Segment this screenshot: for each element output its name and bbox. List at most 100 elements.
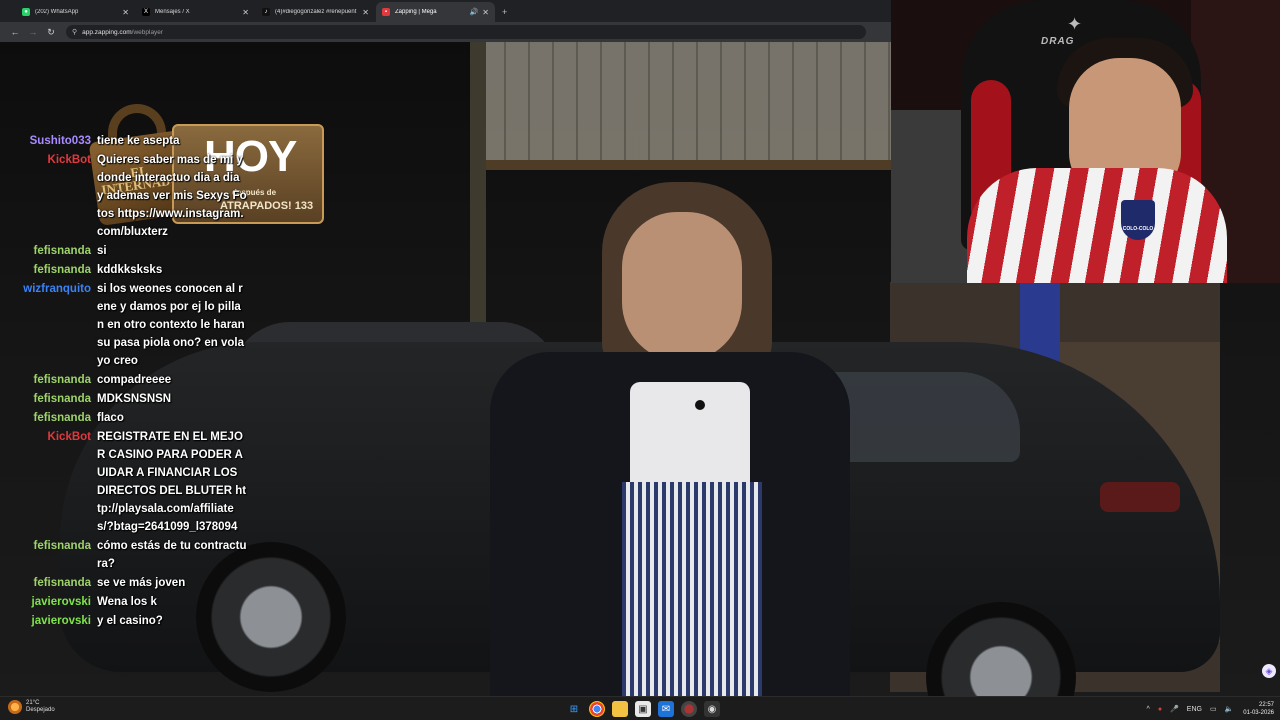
chat-message: javierovski y el casino? <box>0 612 260 630</box>
chat-message: fefisnanda flaco <box>0 409 260 427</box>
tab-zapping[interactable]: ▪ Zapping | Mega 🔊 ✕ <box>376 2 495 22</box>
zapping-icon: ▪ <box>382 8 390 16</box>
chat-text: kddkksksks <box>97 264 163 276</box>
chat-text: y el casino? <box>97 615 163 627</box>
mute-tab-icon[interactable]: 🔊 <box>470 8 479 16</box>
system-tray: ^ ● 🎤 ENG ▭ 🔈 22:57 01-03-2026 <box>1139 699 1274 719</box>
url-field[interactable]: ⚲ app.zapping.com/webplayer <box>66 25 866 39</box>
chrome-profile-icon[interactable] <box>681 701 697 717</box>
chat-username[interactable]: fefisnanda <box>0 574 97 592</box>
chat-message: Sushito033 tiene ke asepta <box>0 132 260 150</box>
chat-username[interactable]: Sushito033 <box>0 132 97 150</box>
chat-text: REGISTRATE EN EL MEJOR CASINO PARA PODER… <box>97 431 247 533</box>
weather-icon <box>8 700 22 714</box>
chat-message: wizfranquito si los weones conocen al ren… <box>0 280 260 370</box>
forward-arrow-icon[interactable]: → <box>24 27 42 37</box>
store-icon[interactable]: ▣ <box>635 701 651 717</box>
chat-message: fefisnanda compadreeee <box>0 371 260 389</box>
chat-message: fefisnanda kddkksksks <box>0 261 260 279</box>
tab-x-messages[interactable]: X Mensajes / X ✕ <box>136 2 255 22</box>
taskbar: 21°C Despejado ⊞ ▣ ✉ ◉ ^ ● 🎤 ENG ▭ 🔈 22:… <box>0 696 1280 720</box>
close-tab-icon[interactable]: ✕ <box>362 8 369 17</box>
chat-username[interactable]: javierovski <box>0 612 97 630</box>
weather-temp: 21°C <box>26 700 40 706</box>
chat-text: si los weones conocen al rene y damos po… <box>97 283 245 367</box>
back-arrow-icon[interactable]: ← <box>6 27 24 37</box>
chat-text: tiene ke asepta <box>97 135 180 147</box>
clock-time: 22:57 <box>1258 702 1274 708</box>
chat-username[interactable]: fefisnanda <box>0 537 97 555</box>
tab-label: Zapping | Mega <box>395 9 437 15</box>
chat-message: fefisnanda MDKSNSNSN <box>0 390 260 408</box>
chat-username[interactable]: javierovski <box>0 593 97 611</box>
chair-logo-text: DRAG <box>1041 36 1075 47</box>
chat-text: cómo estás de tu contractura? <box>97 540 247 570</box>
chat-message: KickBot Quieres saber mas de mi y donde i… <box>0 151 260 241</box>
chat-username[interactable]: fefisnanda <box>0 242 97 260</box>
browser-tab-bar: ● (202) WhatsApp ✕ X Mensajes / X ✕ ♪ (4… <box>0 0 891 22</box>
video-scene-taillight <box>1100 482 1180 512</box>
clock-date: 01-03-2026 <box>1243 710 1274 716</box>
close-tab-icon[interactable]: ✕ <box>122 8 129 17</box>
microphone-icon[interactable]: 🎤 <box>1170 705 1179 713</box>
lapel-mic <box>695 400 705 410</box>
reload-icon[interactable]: ↻ <box>42 27 60 38</box>
x-logo-icon: X <box>142 8 150 16</box>
weather-widget[interactable]: 21°C Despejado <box>8 700 55 714</box>
chat-username[interactable]: fefisnanda <box>0 371 97 389</box>
new-tab-button[interactable]: + <box>502 2 507 22</box>
windows-start-icon[interactable]: ⊞ <box>566 701 582 717</box>
weather-desc: Despejado <box>26 707 55 713</box>
chat-username[interactable]: fefisnanda <box>0 261 97 279</box>
club-crest: COLO-COLO <box>1121 200 1155 240</box>
tiktok-icon: ♪ <box>262 8 270 16</box>
chat-text: se ve más joven <box>97 577 186 589</box>
url-path: /webplayer <box>131 28 164 36</box>
file-explorer-icon[interactable] <box>612 701 628 717</box>
tray-app-icon[interactable]: ● <box>1158 706 1162 713</box>
chair-logo-icon: ✦ <box>1067 14 1083 34</box>
obs-icon[interactable]: ◉ <box>704 701 720 717</box>
chat-username[interactable]: KickBot <box>0 151 97 169</box>
language-indicator[interactable]: ENG <box>1187 706 1202 713</box>
chat-text: si <box>97 245 107 257</box>
tab-label: Mensajes / X <box>155 9 190 15</box>
screen: ● (202) WhatsApp ✕ X Mensajes / X ✕ ♪ (4… <box>0 0 1280 720</box>
streamer-jersey <box>967 168 1227 283</box>
chat-overlay: Sushito033 tiene ke asepta KickBot Quieres … <box>0 132 260 631</box>
mail-icon[interactable]: ✉ <box>658 701 674 717</box>
address-bar-row: ← → ↻ ⚲ app.zapping.com/webplayer <box>0 22 891 42</box>
chat-text: Wena los k <box>97 596 157 608</box>
tab-label: (4)#diegogonzalez #renepuent <box>275 9 357 15</box>
taskbar-apps: ⊞ ▣ ✉ ◉ <box>566 701 727 717</box>
site-info-icon[interactable]: ⚲ <box>72 28 77 36</box>
chat-username[interactable]: fefisnanda <box>0 409 97 427</box>
clock[interactable]: 22:57 01-03-2026 <box>1243 701 1274 717</box>
url-host: app.zapping.com <box>82 28 132 36</box>
webcam-overlay: ✦ DRAG COLO-COLO <box>891 0 1280 283</box>
chat-message: fefisnanda cómo estás de tu contractura? <box>0 537 260 573</box>
chat-message: fefisnanda si <box>0 242 260 260</box>
chat-username[interactable]: KickBot <box>0 428 97 446</box>
network-icon[interactable]: ▭ <box>1210 705 1217 713</box>
chat-message: javierovski Wena los k <box>0 593 260 611</box>
chat-username[interactable]: wizfranquito <box>0 280 97 298</box>
close-tab-icon[interactable]: ✕ <box>242 8 249 17</box>
chat-username[interactable]: fefisnanda <box>0 390 97 408</box>
chat-text: flaco <box>97 412 124 424</box>
chat-message: KickBot REGISTRATE EN EL MEJOR CASINO PAR… <box>0 428 260 536</box>
chat-text: MDKSNSNSN <box>97 393 172 405</box>
whatsapp-icon: ● <box>22 8 30 16</box>
tab-whatsapp[interactable]: ● (202) WhatsApp ✕ <box>16 2 135 22</box>
tab-label: (202) WhatsApp <box>35 9 79 15</box>
tab-tiktok[interactable]: ♪ (4)#diegogonzalez #renepuent ✕ <box>256 2 375 22</box>
video-scene-shed <box>482 42 902 162</box>
chat-text: compadreeee <box>97 374 172 386</box>
chrome-icon[interactable] <box>589 701 605 717</box>
chevron-up-icon[interactable]: ^ <box>1147 706 1150 713</box>
close-tab-icon[interactable]: ✕ <box>482 8 489 17</box>
video-scene-beam <box>482 160 902 170</box>
volume-icon[interactable]: 🔈 <box>1225 705 1234 713</box>
floating-extension-icon[interactable]: ◈ <box>1262 664 1276 678</box>
chat-message: fefisnanda se ve más joven <box>0 574 260 592</box>
